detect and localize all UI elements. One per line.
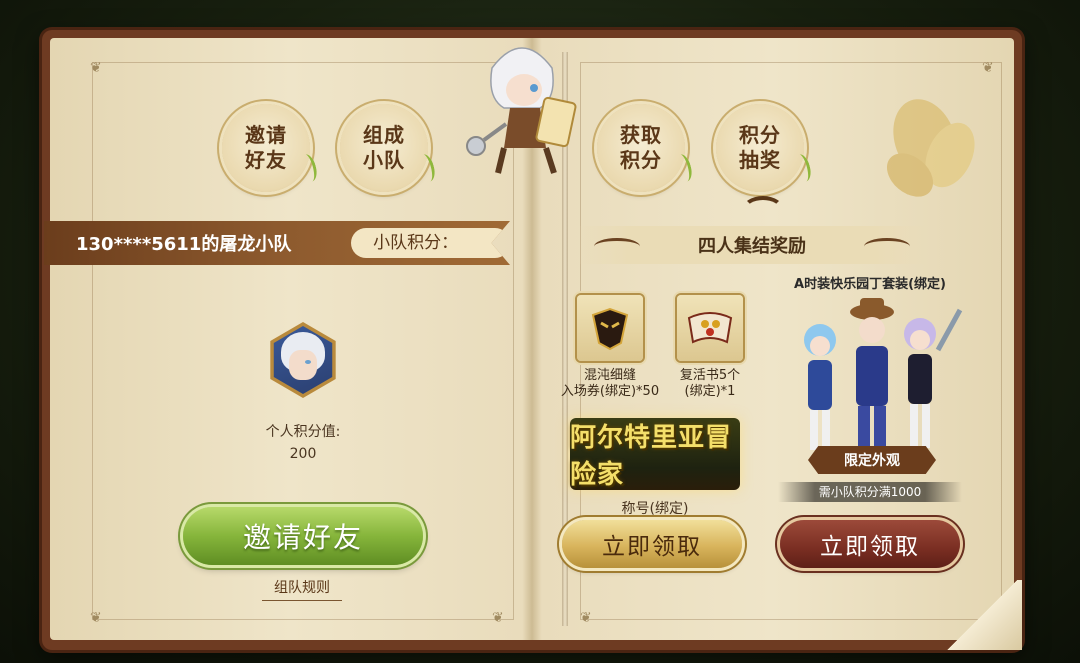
- corner-flourish-icon: ❦: [492, 610, 504, 626]
- reward-item-revive-book-name: 复活书5个 (绑定)*1: [679, 368, 741, 399]
- mask-icon: [591, 307, 629, 351]
- outfit-requirement: 需小队积分满1000: [778, 482, 962, 502]
- personal-score-label: 个人积分值:: [265, 424, 341, 440]
- points-lottery-nav-label: 积分 抽奖: [739, 123, 781, 172]
- corner-flourish-icon: ❦: [982, 60, 994, 76]
- invite-friends-nav-button[interactable]: 邀请 好友: [222, 104, 320, 192]
- mascot-character-icon: [466, 47, 577, 174]
- title-reward-label: 称号(绑定): [621, 501, 689, 517]
- page-corner-curl: [942, 580, 1022, 650]
- avatar-portrait: [273, 326, 333, 394]
- team-name: 130****5611的屠龙小队: [76, 234, 292, 255]
- personal-score-value: 200: [289, 446, 317, 462]
- team-rules-link[interactable]: 组队规则: [262, 577, 342, 601]
- form-team-nav-label: 组成 小队: [363, 123, 405, 172]
- golden-leaves-decoration: [886, 99, 975, 197]
- corner-flourish-icon: ❦: [90, 610, 102, 626]
- ribbon-wing-left: [594, 238, 640, 255]
- form-team-nav-button[interactable]: 组成 小队: [340, 104, 438, 192]
- earn-points-nav-label: 获取 积分: [620, 123, 662, 172]
- reward-section-title: 四人集结奖励: [698, 236, 806, 257]
- claim-outfit-button[interactable]: 立即领取: [780, 520, 960, 568]
- points-lottery-nav-button[interactable]: 积分 抽奖: [716, 104, 814, 192]
- reward-section-ribbon: 四人集结奖励: [576, 226, 928, 264]
- invite-friends-button[interactable]: 邀请好友: [183, 507, 423, 565]
- outfit-characters-image[interactable]: [780, 290, 970, 460]
- limited-appearance-tag: 限定外观: [808, 446, 936, 474]
- book-icon: [687, 312, 733, 344]
- claim-reward-button[interactable]: 立即领取: [562, 520, 742, 568]
- invite-friends-nav-label: 邀请 好友: [245, 123, 287, 172]
- title-badge-text: 阿尔特里亚冒险家: [570, 423, 733, 490]
- swirl-ornament-icon: [742, 196, 784, 224]
- corner-flourish-icon: ❦: [580, 610, 592, 626]
- reward-item-ticket-name: 混沌细缝 入场券(绑定)*50: [560, 368, 660, 399]
- ribbon-wing-right: [864, 238, 910, 255]
- reward-item-revive-book[interactable]: [677, 295, 743, 361]
- team-score-badge: 小队积分：200: [351, 228, 510, 265]
- corner-flourish-icon: ❦: [90, 60, 102, 76]
- adventurer-title-badge[interactable]: 阿尔特里亚冒险家: [570, 418, 740, 490]
- reward-item-ticket[interactable]: [577, 295, 643, 361]
- team-banner: 130****5611的屠龙小队 小队积分：200: [44, 221, 510, 265]
- earn-points-nav-button[interactable]: 获取 积分: [597, 104, 695, 192]
